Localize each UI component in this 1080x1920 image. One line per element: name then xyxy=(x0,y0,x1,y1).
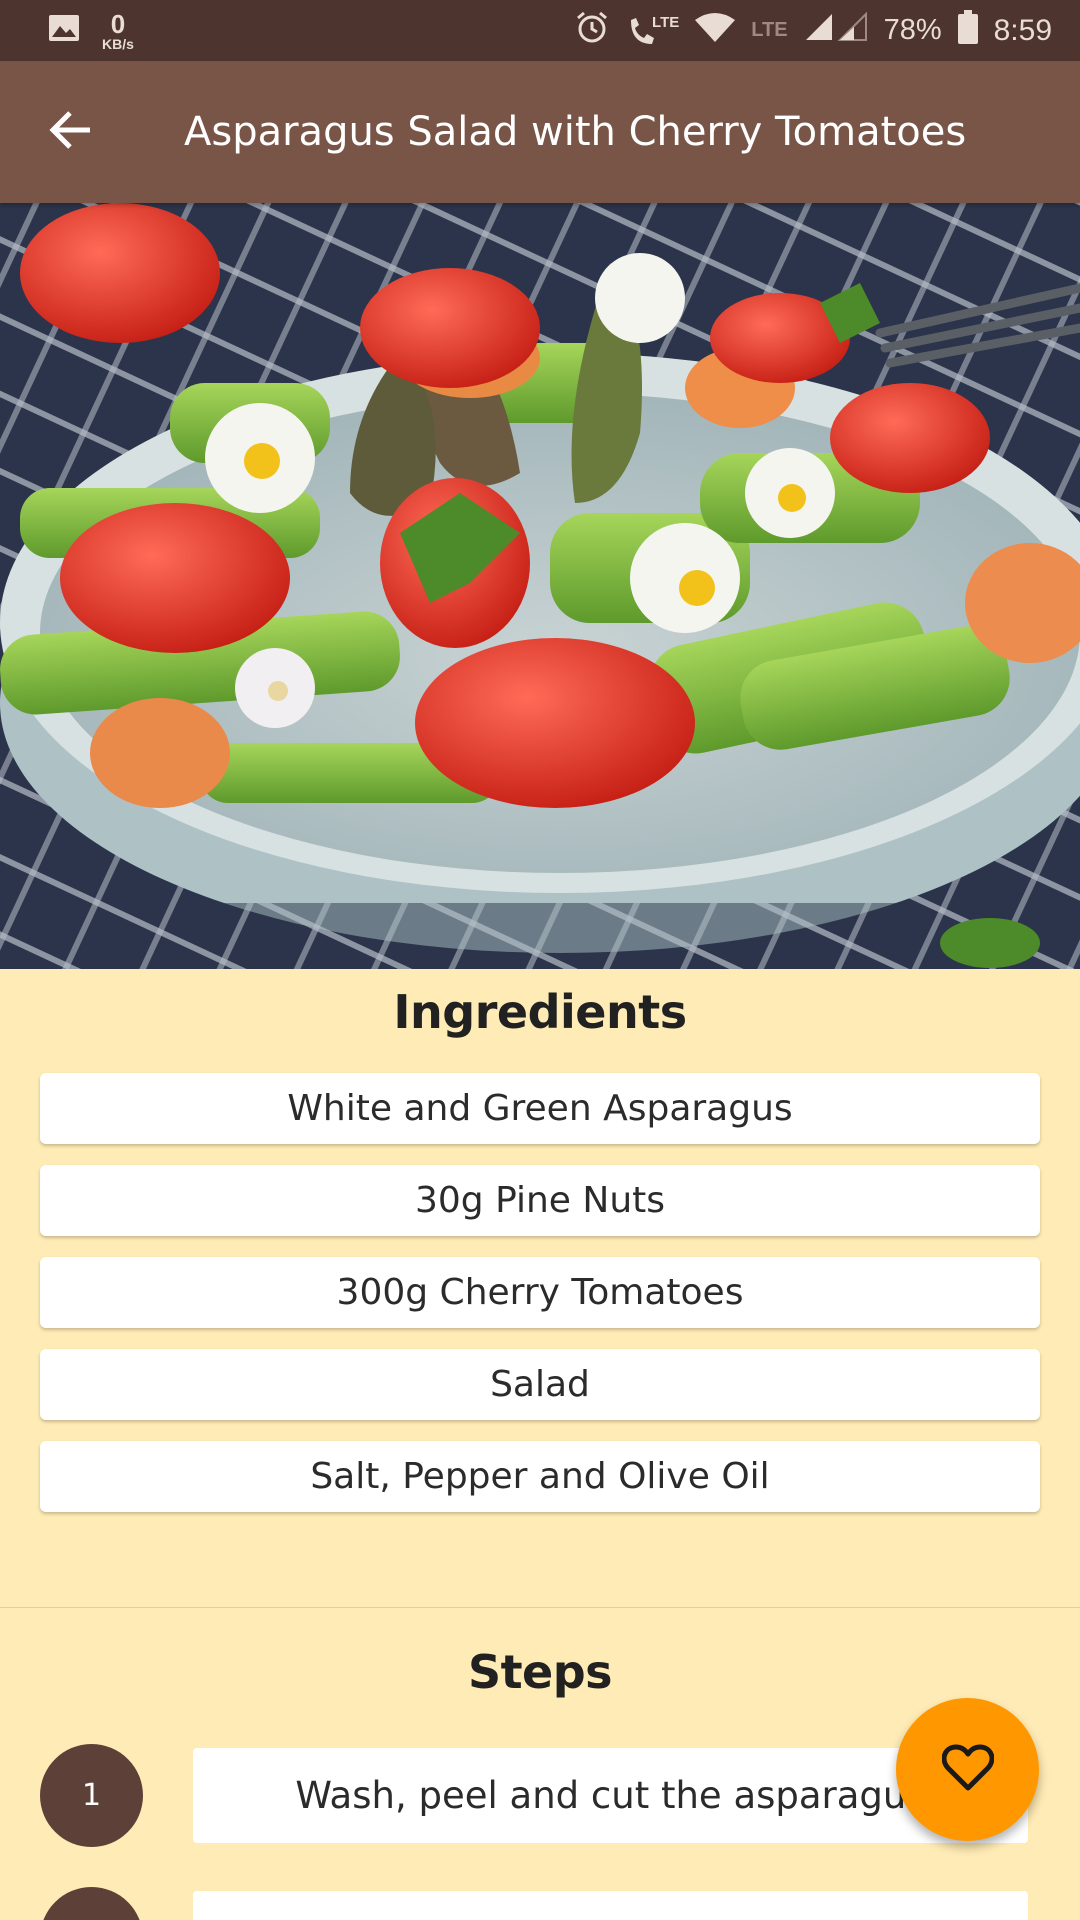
page-title: Asparagus Salad with Cherry Tomatoes xyxy=(184,109,967,155)
app-bar: Asparagus Salad with Cherry Tomatoes xyxy=(0,61,1080,203)
step-text xyxy=(193,1891,1028,1920)
wifi-icon xyxy=(695,12,736,49)
heart-outline-icon xyxy=(941,1744,994,1796)
lte-label: LTE xyxy=(652,13,680,31)
steps-heading: Steps xyxy=(467,1645,613,1699)
ingredient-item: 300g Cherry Tomatoes xyxy=(40,1257,1040,1328)
favorite-button[interactable] xyxy=(896,1698,1039,1841)
step-row: 2 xyxy=(0,1887,1080,1920)
step-number-badge: 1 xyxy=(40,1744,143,1847)
ingredient-item: White and Green Asparagus xyxy=(40,1073,1040,1144)
clock: 8:59 xyxy=(993,13,1052,47)
battery-percent: 78% xyxy=(883,14,942,46)
alarm-icon xyxy=(574,9,610,52)
ingredient-item: Salt, Pepper and Olive Oil xyxy=(40,1441,1040,1512)
step-number-badge: 2 xyxy=(40,1887,143,1920)
ingredient-item: 30g Pine Nuts xyxy=(40,1165,1040,1236)
recipe-photo xyxy=(0,203,1080,969)
data-rate-unit: KB/s xyxy=(102,35,134,52)
section-divider xyxy=(0,1607,1080,1608)
data-rate: 0 KB/s xyxy=(102,11,134,51)
ingredients-heading: Ingredients xyxy=(393,985,687,1039)
image-icon xyxy=(48,14,80,47)
recipe-detail-screen: 0 KB/s LTE LTE 78% 8:59 Asparagus Salad … xyxy=(0,0,1080,1920)
status-bar: 0 KB/s LTE LTE 78% 8:59 xyxy=(0,0,1080,61)
ingredient-list: White and Green Asparagus 30g Pine Nuts … xyxy=(40,1073,1040,1533)
signal-icon xyxy=(804,11,868,49)
battery-icon xyxy=(957,10,978,51)
call-lte-icon: LTE xyxy=(626,14,679,48)
arrow-back-icon xyxy=(48,110,92,154)
data-rate-value: 0 xyxy=(110,8,126,39)
back-button[interactable] xyxy=(40,102,100,162)
ingredient-item: Salad xyxy=(40,1349,1040,1420)
lte-dim-label: LTE xyxy=(751,19,788,41)
